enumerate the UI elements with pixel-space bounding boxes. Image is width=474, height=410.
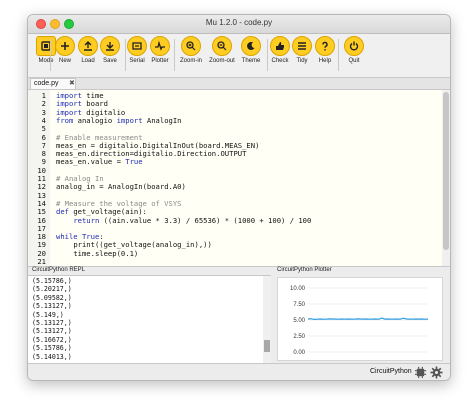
repl-line: (5.13127,) <box>32 327 72 336</box>
question-icon <box>315 36 335 56</box>
pulse-icon <box>150 36 170 56</box>
editor-scrollbar-thumb[interactable] <box>443 92 449 250</box>
zoom-in-label: Zoom-in <box>179 58 202 64</box>
code-line: time.sleep(0.1) <box>73 248 139 258</box>
plot-svg: 10.00 7.50 5.00 2.50 0.00 <box>290 286 429 356</box>
repl-line: (5.15786,) <box>32 277 72 285</box>
repl-line: (5.13127,) <box>32 302 72 311</box>
window-title: Mu 1.2.0 - code.py <box>205 18 273 27</box>
repl-scrollbar-thumb[interactable] <box>264 340 270 352</box>
plotter-pane: 10.00 7.50 5.00 2.50 0.00 <box>273 275 450 363</box>
help-label: Help <box>318 58 332 64</box>
plotter-button[interactable]: Plotter <box>144 36 176 64</box>
line-number: 21 <box>37 257 46 266</box>
editor-scrollbar[interactable] <box>442 90 450 266</box>
repl-pane[interactable]: (5.15786,) (5.20217,) (5.09582,) (5.13127,)… <box>28 275 271 364</box>
mu-editor-window: Mu 1.2.0 - code.py Mode New Load Save Se… <box>27 14 451 381</box>
chip-icon[interactable] <box>414 366 427 379</box>
quit-label: Quit <box>348 58 360 64</box>
theme-button[interactable]: Theme <box>235 36 267 64</box>
tab-bar: code.py ✖ <box>28 78 450 90</box>
moon-icon <box>241 36 261 56</box>
y-tick-label: 7.50 <box>293 302 305 308</box>
code-line: meas_en.value = True <box>56 157 143 167</box>
toolbar: Mode New Load Save Serial Plotter Zoom-i… <box>28 34 450 78</box>
zoom-out-button[interactable]: Zoom-out <box>206 36 238 64</box>
repl-line: (5.149,) <box>32 310 64 319</box>
line-number-gutter: 1 2 3 4 5 6 7 8 9 10 11 12 13 14 15 16 17 18 19 20 21 <box>28 90 50 266</box>
zoom-out-label: Zoom-out <box>209 58 235 64</box>
repl-line: (5.20217,) <box>32 285 72 294</box>
y-tick-label: 2.50 <box>293 334 305 340</box>
status-bar: CircuitPython <box>28 363 450 380</box>
gear-icon[interactable] <box>430 366 443 379</box>
tab-label: code.py <box>34 80 59 87</box>
title-bar: Mu 1.2.0 - code.py <box>28 15 450 34</box>
plotter-title: CircuitPython Plotter <box>277 267 332 273</box>
help-button[interactable]: Help <box>309 36 341 64</box>
code-editor[interactable]: 1 2 3 4 5 6 7 8 9 10 11 12 13 14 15 16 17 18 19 20 21 import… <box>28 90 450 267</box>
quit-button[interactable]: Quit <box>338 36 370 64</box>
close-tab-icon[interactable]: ✖ <box>69 79 75 89</box>
repl-line: (5.09582,) <box>32 293 72 302</box>
repl-title: CircuitPython REPL <box>32 267 86 273</box>
tab-code-py[interactable]: code.py ✖ <box>30 78 76 89</box>
zoom-in-button[interactable]: Zoom-in <box>175 36 207 64</box>
y-tick-label: 0.00 <box>293 350 305 356</box>
plot-area: 10.00 7.50 5.00 2.50 0.00 <box>277 277 443 361</box>
plotter-label: Plotter <box>151 58 169 64</box>
zoom-out-icon <box>212 36 232 56</box>
repl-scrollbar[interactable] <box>263 276 271 364</box>
code-line: analog_in = AnalogIn(board.A0) <box>56 182 186 192</box>
repl-line: (5.16672,) <box>32 335 72 344</box>
repl-line: (5.14013,) <box>32 352 72 361</box>
zoom-in-icon <box>181 36 201 56</box>
power-icon <box>344 36 364 56</box>
code-line: return ((ain.value * 3.3) / 65536) * (10… <box>73 215 312 225</box>
y-tick-label: 5.00 <box>293 318 305 324</box>
data-series-line <box>307 317 429 321</box>
theme-label: Theme <box>241 58 261 64</box>
mode-indicator[interactable]: CircuitPython <box>370 368 412 375</box>
repl-line: (5.13127,) <box>32 319 72 327</box>
repl-line: (5.15786,) <box>32 344 72 353</box>
download-icon <box>100 36 120 56</box>
y-tick-label: 10.00 <box>290 286 306 292</box>
code-line: from analogio import AnalogIn <box>56 115 182 125</box>
